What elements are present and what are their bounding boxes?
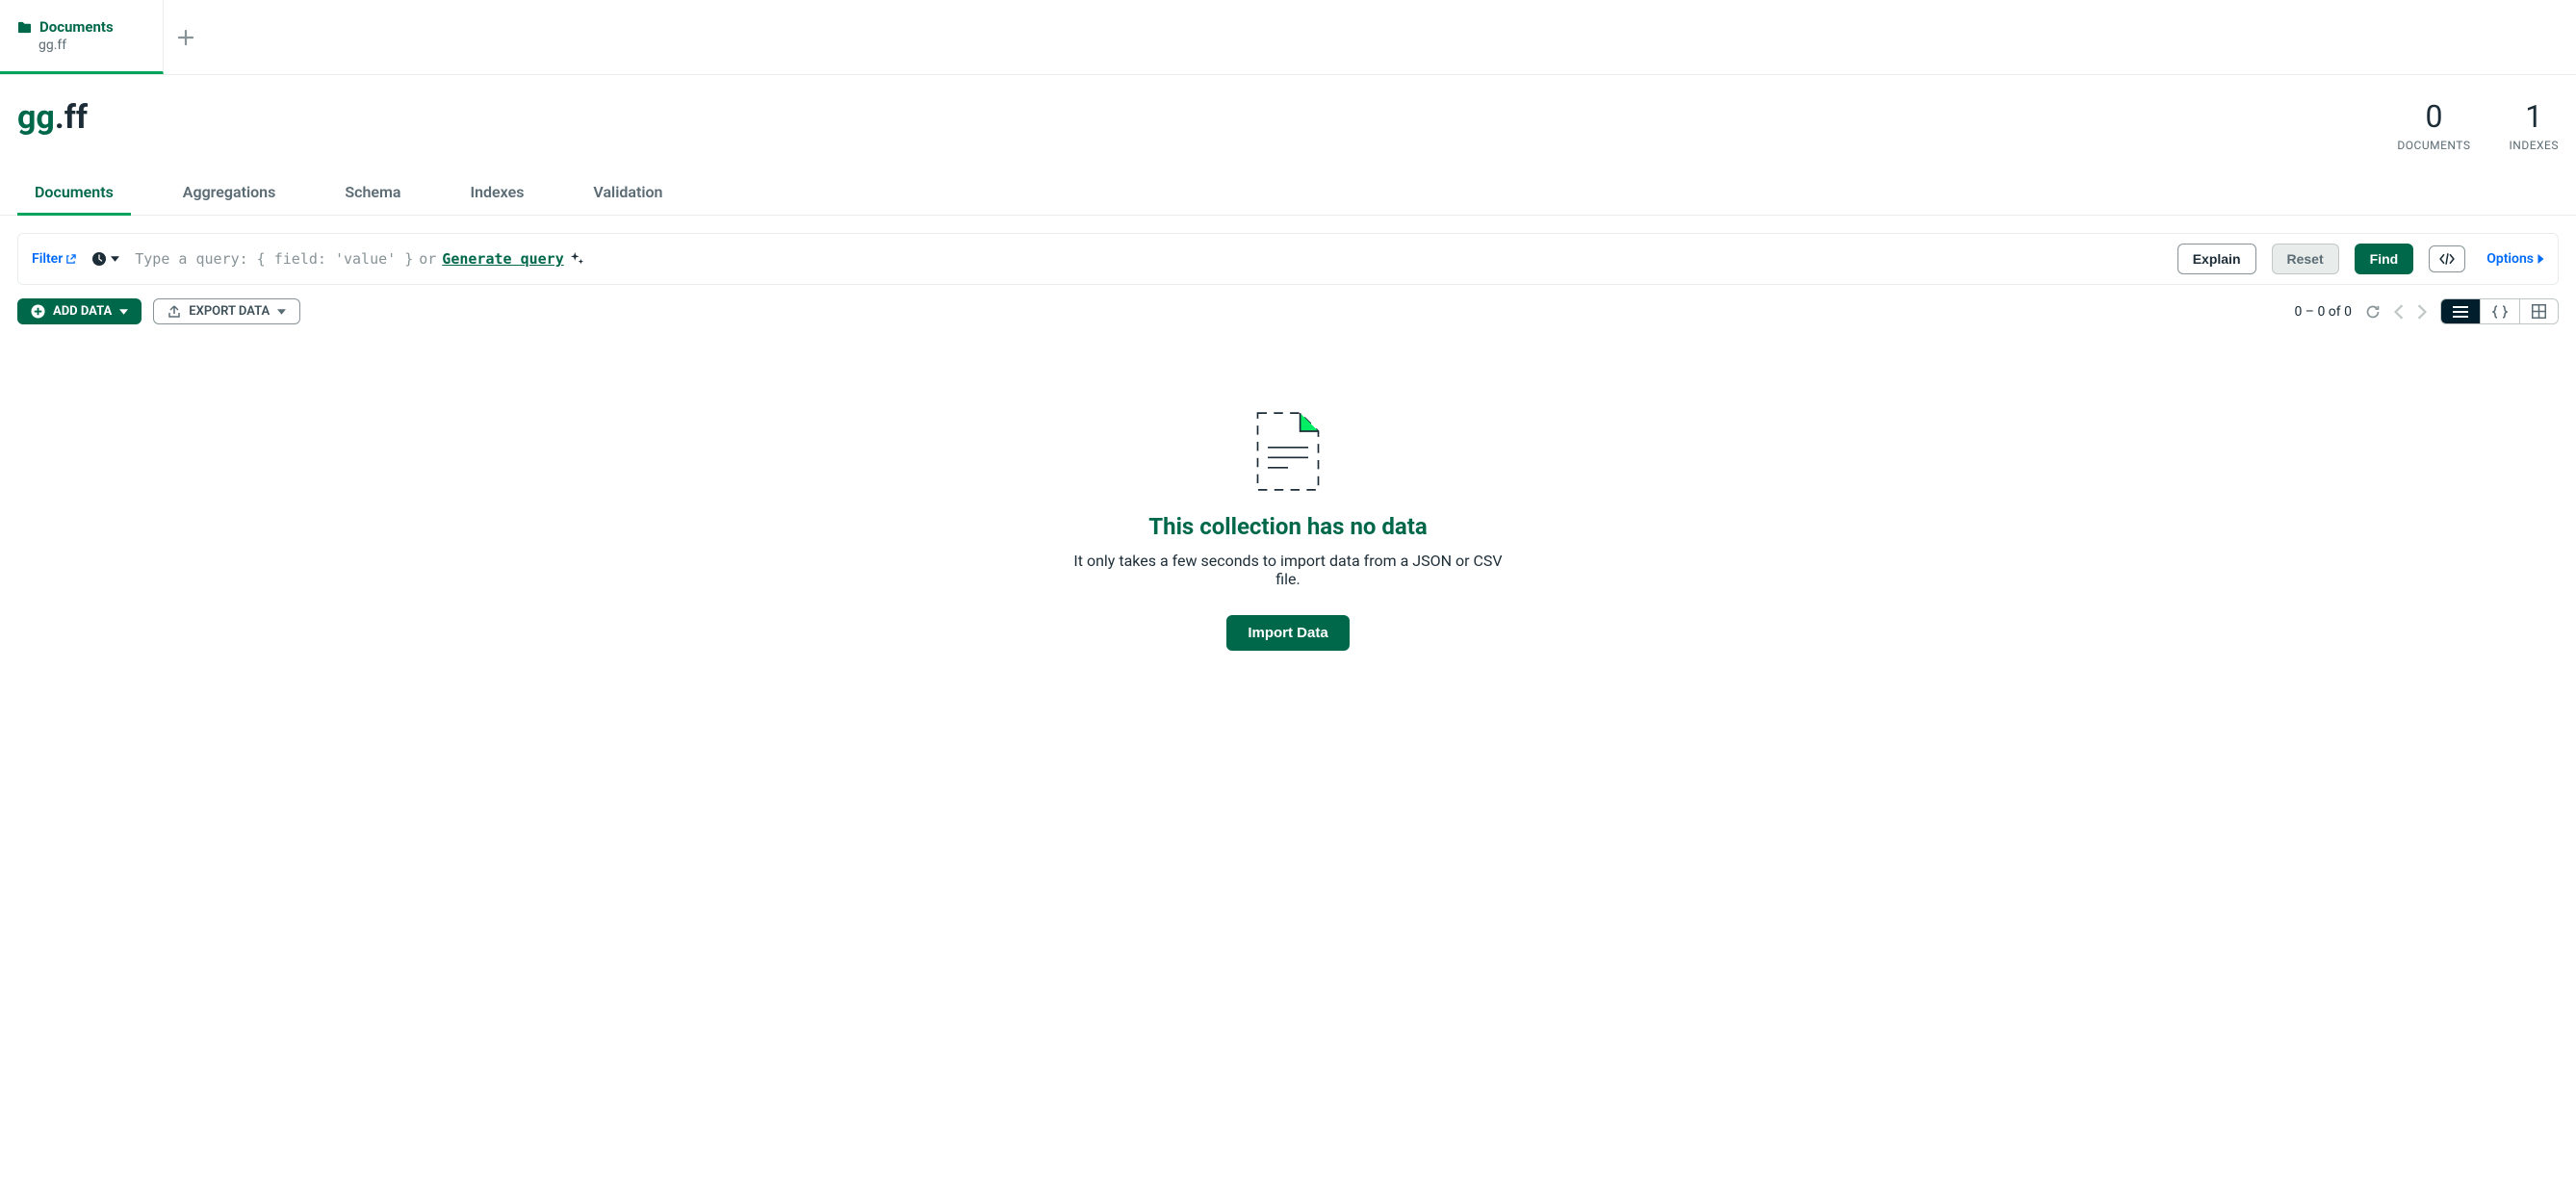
- folder-icon: [17, 21, 32, 34]
- add-data-label: ADD DATA: [53, 304, 112, 319]
- refresh-button[interactable]: [2365, 304, 2381, 320]
- export-data-button[interactable]: EXPORT DATA: [153, 298, 300, 324]
- view-toggle: [2440, 298, 2559, 324]
- find-button[interactable]: Find: [2355, 244, 2414, 274]
- tab-validation[interactable]: Validation: [576, 177, 680, 215]
- export-icon: [167, 305, 181, 319]
- caret-down-icon: [111, 256, 119, 262]
- add-data-button[interactable]: ADD DATA: [17, 298, 142, 324]
- add-tab-button[interactable]: [164, 0, 208, 74]
- workspace-tab[interactable]: Documents gg.ff: [0, 0, 164, 74]
- table-icon: [2532, 304, 2546, 319]
- reset-button[interactable]: Reset: [2272, 244, 2339, 274]
- documents-count: 0: [2397, 98, 2470, 135]
- list-icon: [2453, 306, 2468, 318]
- braces-icon: [2492, 305, 2508, 319]
- caret-right-icon: [2537, 254, 2544, 264]
- caret-down-icon: [277, 309, 286, 315]
- clock-icon: [91, 251, 107, 267]
- query-input[interactable]: Type a query: { field: 'value' } or Gene…: [135, 250, 2161, 268]
- tab-indexes[interactable]: Indexes: [452, 177, 541, 215]
- stat-documents[interactable]: 0 DOCUMENTS: [2397, 98, 2470, 152]
- filter-link[interactable]: Filter: [32, 251, 76, 267]
- query-or: or: [419, 250, 436, 268]
- view-list-button[interactable]: [2441, 299, 2481, 323]
- tab-title: Documents: [39, 18, 114, 36]
- empty-state: This collection has no data It only take…: [0, 411, 2576, 651]
- page-info: 0 – 0 of 0: [2294, 304, 2352, 320]
- stats: 0 DOCUMENTS 1 INDEXES: [2397, 98, 2559, 152]
- query-placeholder: Type a query: { field: 'value' }: [135, 250, 413, 268]
- view-table-button[interactable]: [2520, 299, 2558, 323]
- sparkle-icon: [570, 252, 583, 266]
- filter-label: Filter: [32, 251, 63, 267]
- prev-page-button[interactable]: [2394, 304, 2404, 320]
- code-icon: [2439, 253, 2455, 265]
- query-bar: Filter Type a query: { field: 'value' } …: [17, 233, 2559, 285]
- code-button[interactable]: [2429, 245, 2465, 272]
- caret-down-icon: [119, 309, 128, 315]
- tab-documents[interactable]: Documents: [17, 177, 131, 215]
- documents-label: DOCUMENTS: [2397, 139, 2470, 152]
- actions-row: ADD DATA EXPORT DATA 0 – 0 of 0: [0, 285, 2576, 324]
- empty-title: This collection has no data: [1148, 513, 1427, 540]
- empty-document-icon: [1255, 411, 1321, 492]
- import-data-button[interactable]: Import Data: [1226, 615, 1349, 651]
- options-link[interactable]: Options: [2486, 251, 2544, 267]
- tab-subtitle: gg.ff: [39, 38, 142, 53]
- next-page-button[interactable]: [2417, 304, 2427, 320]
- namespace-db: gg: [17, 98, 55, 137]
- plus-circle-icon: [31, 304, 45, 319]
- empty-subtitle: It only takes a few seconds to import da…: [1067, 552, 1509, 588]
- indexes-label: INDEXES: [2510, 139, 2560, 152]
- header: gg.ff 0 DOCUMENTS 1 INDEXES: [0, 75, 2576, 152]
- tab-strip: Documents gg.ff: [0, 0, 2576, 75]
- generate-query-link[interactable]: Generate query: [442, 250, 563, 268]
- subtabs: Documents Aggregations Schema Indexes Va…: [0, 158, 2576, 216]
- explain-button[interactable]: Explain: [2177, 244, 2256, 274]
- export-data-label: EXPORT DATA: [189, 304, 270, 319]
- indexes-count: 1: [2510, 98, 2560, 135]
- tab-aggregations[interactable]: Aggregations: [166, 177, 294, 215]
- namespace-title: gg.ff: [17, 98, 88, 137]
- view-json-button[interactable]: [2481, 299, 2520, 323]
- options-label: Options: [2486, 251, 2534, 267]
- query-history-button[interactable]: [91, 251, 119, 267]
- tab-schema[interactable]: Schema: [327, 177, 418, 215]
- namespace-collection: .ff: [55, 98, 88, 137]
- stat-indexes[interactable]: 1 INDEXES: [2510, 98, 2560, 152]
- external-link-icon: [65, 254, 76, 265]
